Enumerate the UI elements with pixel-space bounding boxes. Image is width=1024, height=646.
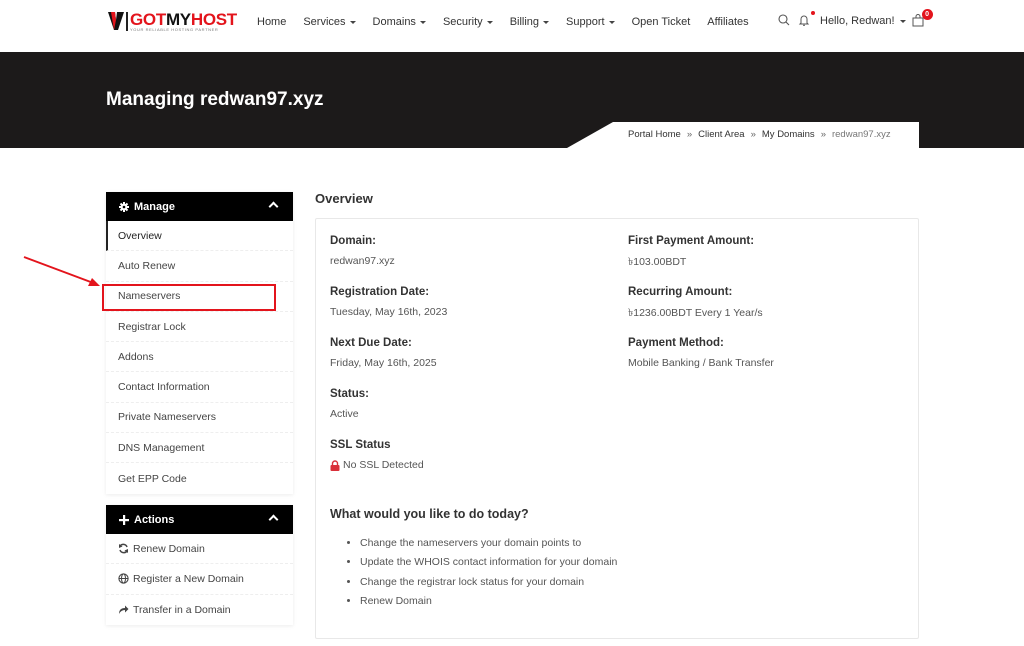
annotation-highlight-box [102,284,276,311]
breadcrumb: Portal Home » Client Area » My Domains »… [567,122,919,148]
domain-value: redwan97.xyz [330,255,395,267]
manage-panel-title: Manage [134,200,175,213]
nav-domains[interactable]: Domains [373,16,426,28]
breadcrumb-portal-home[interactable]: Portal Home [628,129,681,140]
field-recurring-amount: Recurring Amount: ৳1236.00BDT Every 1 Ye… [628,286,763,319]
sidebar-item-contact-information[interactable]: Contact Information [106,372,293,403]
user-greeting: Hello, Redwan! [820,15,895,27]
nav-home[interactable]: Home [257,16,286,28]
top-header: GOTMYHOST YOUR RELIABLE HOSTING PARTNER … [0,0,1024,52]
sidebar-item-overview[interactable]: Overview [106,221,293,252]
sidebar-item-private-nameservers[interactable]: Private Nameservers [106,403,293,434]
status-value: Active [330,408,359,420]
search-button[interactable] [778,14,792,28]
breadcrumb-client-area[interactable]: Client Area [698,129,744,140]
logo-divider [126,12,128,31]
cart-button[interactable]: 0 [912,9,933,28]
chevron-up-icon[interactable] [268,201,279,212]
manage-panel-header[interactable]: Manage [106,192,293,221]
brand-logo[interactable]: GOTMYHOST YOUR RELIABLE HOSTING PARTNER [108,10,237,35]
list-item: Change the registrar lock status for you… [360,576,617,595]
user-menu[interactable]: Hello, Redwan! [820,15,906,27]
share-arrow-icon [119,605,129,615]
today-list: Change the nameservers your domain point… [360,537,617,614]
caret-down-icon [543,20,550,24]
breadcrumb-separator: » [820,129,826,140]
action-renew-domain[interactable]: Renew Domain [106,534,293,565]
nav-security[interactable]: Security [443,16,493,28]
field-payment-method: Payment Method: Mobile Banking / Bank Tr… [628,337,774,369]
nav-services[interactable]: Services [303,16,356,28]
nav-support[interactable]: Support [566,16,615,28]
sidebar-item-get-epp-code[interactable]: Get EPP Code [106,463,293,493]
brand-tagline: YOUR RELIABLE HOSTING PARTNER [130,27,219,32]
actions-panel-header[interactable]: Actions [106,505,293,534]
sidebar-item-addons[interactable]: Addons [106,342,293,373]
cart-count-badge: 0 [921,9,933,20]
main-nav: Home Services Domains Security Billing S… [257,16,766,28]
caret-down-icon [419,20,426,24]
lock-icon [330,459,340,471]
header-actions: Hello, Redwan! 0 [778,9,933,28]
globe-icon [118,573,129,585]
caret-down-icon [899,19,906,23]
field-registration-date: Registration Date: Tuesday, May 16th, 20… [330,286,448,318]
notifications-button[interactable] [798,11,815,28]
overview-card: Domain: redwan97.xyz Registration Date: … [315,218,919,639]
gear-icon [119,201,129,212]
bell-icon [798,15,810,26]
field-status: Status: Active [330,388,369,420]
action-register-new-domain[interactable]: Register a New Domain [106,564,293,595]
annotation-arrow-icon [23,256,100,286]
field-ssl-status: SSL Status No SSL Detected [330,439,424,471]
action-transfer-domain[interactable]: Transfer in a Domain [106,595,293,625]
breadcrumb-separator: » [750,129,756,140]
breadcrumb-current: redwan97.xyz [831,129,891,140]
field-next-due-date: Next Due Date: Friday, May 16th, 2025 [330,337,437,369]
list-item: Renew Domain [360,595,617,614]
caret-down-icon [486,20,493,24]
field-first-payment: First Payment Amount: ৳103.00BDT [628,235,755,268]
logo-mark-icon [108,12,124,30]
caret-down-icon [608,20,615,24]
notification-dot [811,11,815,15]
manage-panel: Manage Overview Auto Renew Nameservers R… [106,192,293,494]
sidebar-item-dns-management[interactable]: DNS Management [106,433,293,464]
sidebar-item-auto-renew[interactable]: Auto Renew [106,251,293,282]
caret-down-icon [349,20,356,24]
actions-panel-title: Actions [134,513,175,526]
search-icon [778,14,790,26]
nav-affiliates[interactable]: Affiliates [707,16,748,28]
page-title: Managing redwan97.xyz [106,89,324,110]
breadcrumb-my-domains[interactable]: My Domains [762,129,815,140]
plus-icon [119,514,129,525]
list-item: Change the nameservers your domain point… [360,537,617,556]
nav-billing[interactable]: Billing [510,16,550,28]
refresh-icon [119,543,128,554]
overview-heading: Overview [315,191,373,206]
chevron-up-icon[interactable] [268,514,279,525]
sidebar-item-registrar-lock[interactable]: Registrar Lock [106,312,293,343]
breadcrumb-separator: » [686,129,693,140]
field-domain: Domain: redwan97.xyz [330,235,395,267]
list-item: Update the WHOIS contact information for… [360,556,617,575]
today-heading: What would you like to do today? [330,507,529,521]
nav-open-ticket[interactable]: Open Ticket [632,16,691,28]
actions-panel: Actions Renew Domain Register a New Doma… [106,505,293,625]
ssl-status-value: No SSL Detected [343,459,424,471]
